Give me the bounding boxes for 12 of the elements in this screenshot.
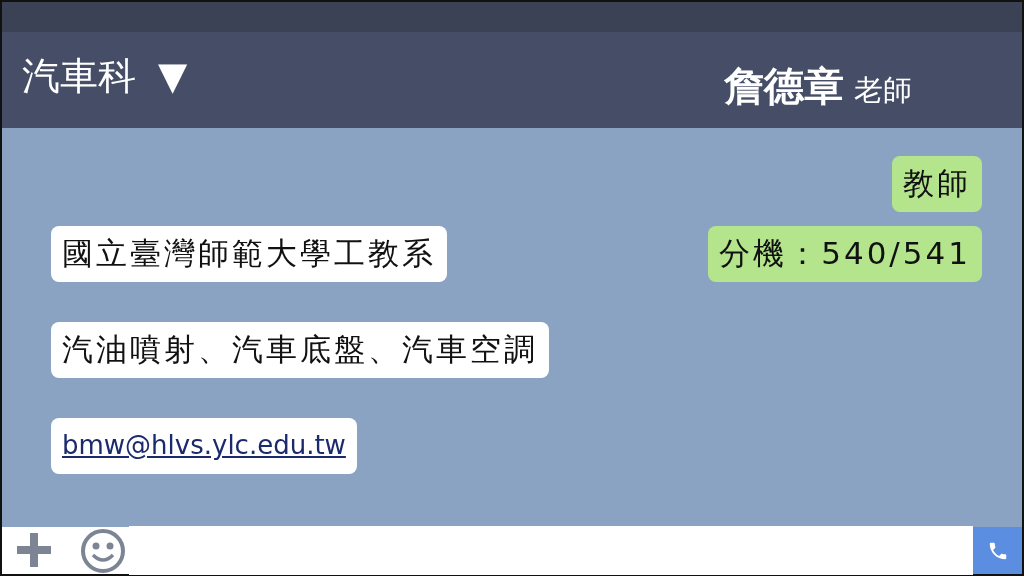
message-input[interactable] xyxy=(129,526,973,575)
call-button[interactable] xyxy=(973,527,1022,574)
teacher-title: 老師 xyxy=(854,71,912,109)
message-bubble: 教師 xyxy=(892,156,982,212)
plus-icon[interactable] xyxy=(2,527,57,574)
dropdown-arrow[interactable]: ▼ xyxy=(158,54,188,106)
message-bubble: 國立臺灣師範大學工教系 xyxy=(51,226,447,282)
department-title: 汽車科 xyxy=(22,52,136,100)
email-link[interactable]: bmw@hlvs.ylc.edu.tw xyxy=(51,418,357,474)
message-bubble: 汽油噴射、汽車底盤、汽車空調 xyxy=(51,322,549,378)
message-bubble: 分機：540/541 xyxy=(708,226,982,282)
teacher-name: 詹德章 xyxy=(724,61,844,111)
